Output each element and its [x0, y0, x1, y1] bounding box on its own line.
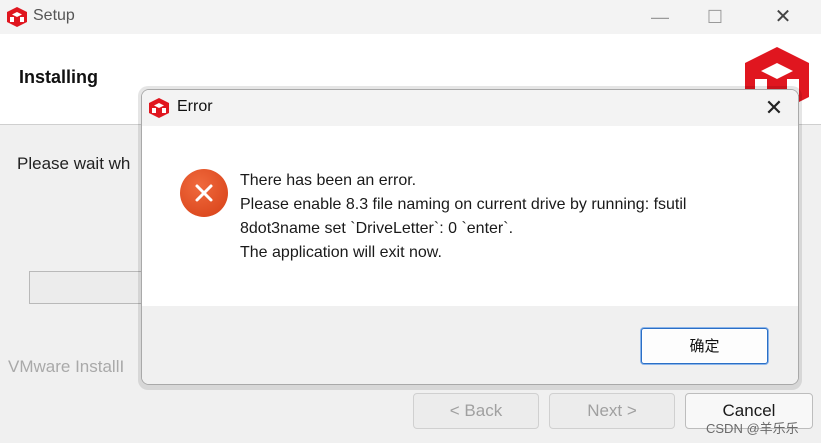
- setup-app-icon: [7, 7, 27, 27]
- minimize-button[interactable]: —: [637, 0, 683, 34]
- dialog-app-icon: [149, 98, 169, 118]
- maximize-button[interactable]: ☐: [692, 0, 738, 34]
- ok-button[interactable]: 确定: [641, 328, 768, 364]
- error-message-line: 8dot3name set `DriveLetter`: 0 `enter`.: [240, 220, 514, 237]
- error-message-line: The application will exit now.: [240, 244, 442, 261]
- setup-titlebar: Setup — ☐ ✕: [0, 0, 821, 34]
- status-text: Please wait wh: [17, 154, 131, 173]
- error-dialog: Error ✕ There has been an error. Please …: [141, 89, 799, 385]
- setup-close-button[interactable]: ✕: [760, 0, 806, 34]
- setup-window-title: Setup: [33, 7, 75, 24]
- dialog-titlebar: Error ✕: [142, 90, 798, 126]
- error-message-line: Please enable 8.3 file naming on current…: [240, 196, 687, 213]
- next-button[interactable]: Next >: [549, 393, 675, 429]
- dialog-title: Error: [177, 98, 213, 115]
- brand-label: VMware InstallI: [8, 357, 125, 376]
- error-icon: [180, 169, 228, 217]
- watermark: CSDN @羊乐乐: [706, 421, 799, 436]
- back-button[interactable]: < Back: [413, 393, 539, 429]
- dialog-close-button[interactable]: ✕: [754, 90, 794, 126]
- dialog-footer: 确定: [142, 306, 798, 384]
- error-message-line: There has been an error.: [240, 172, 417, 189]
- dialog-content: There has been an error. Please enable 8…: [142, 126, 798, 306]
- page-title: Installing: [19, 67, 99, 87]
